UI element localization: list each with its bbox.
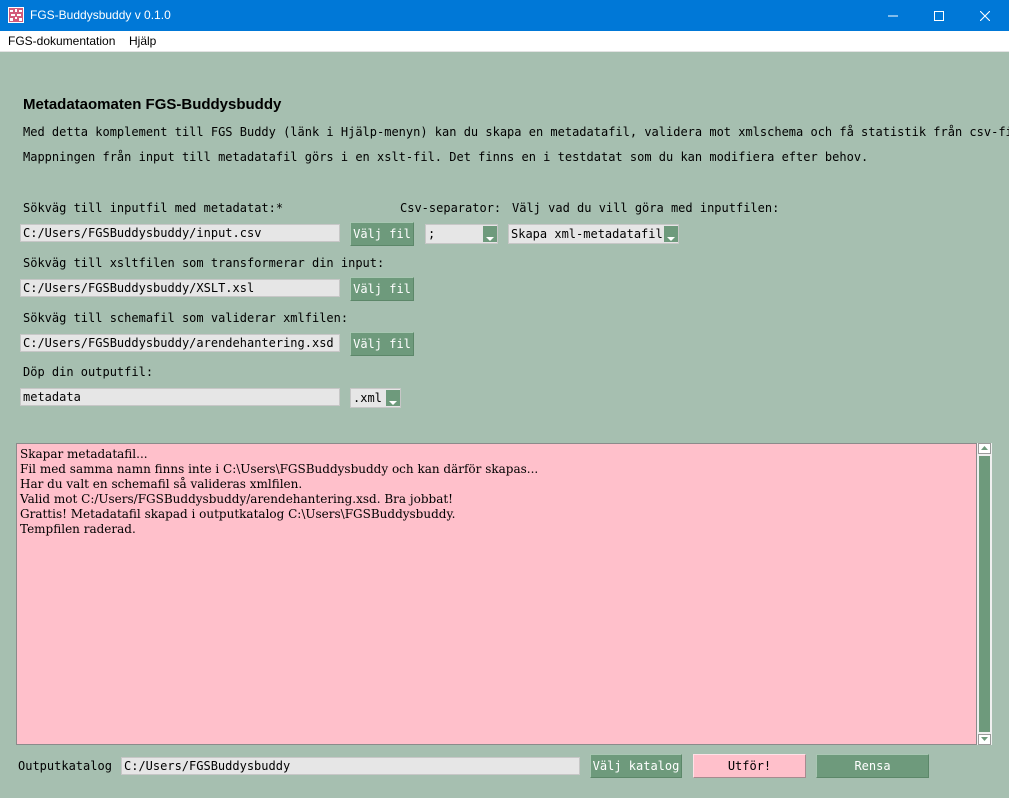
menu-hjalp[interactable]: Hjälp bbox=[129, 34, 156, 48]
action-label: Välj vad du vill göra med inputfilen: bbox=[512, 201, 780, 215]
minimize-button[interactable] bbox=[870, 0, 916, 31]
csv-separator-label: Csv-separator: bbox=[400, 201, 502, 215]
log-line: Tempfilen raderad. bbox=[20, 522, 136, 536]
app-icon bbox=[8, 7, 24, 23]
scroll-up-button[interactable] bbox=[978, 443, 991, 454]
log-line: Har du valt en schemafil så valideras xm… bbox=[20, 477, 303, 491]
title-bar: FGS-Buddysbuddy v 0.1.0 bbox=[0, 0, 1009, 31]
log-output[interactable]: Skapar metadatafil... Fil med samma namn… bbox=[16, 443, 977, 745]
output-file-label: Döp din outputfil: bbox=[23, 365, 154, 379]
scrollbar-thumb[interactable] bbox=[979, 456, 990, 732]
log-line: Fil med samma namn finns inte i C:\Users… bbox=[20, 462, 539, 476]
chevron-down-icon bbox=[483, 226, 497, 242]
log-line: Valid mot C:/Users/FGSBuddysbuddy/arende… bbox=[20, 492, 453, 506]
xslt-file-field[interactable]: C:/Users/FGSBuddysbuddy/XSLT.xsl bbox=[20, 279, 340, 297]
extension-select[interactable]: .xml bbox=[350, 388, 401, 408]
action-value: Skapa xml-metadatafil bbox=[511, 227, 663, 241]
csv-separator-select[interactable]: ; bbox=[425, 224, 498, 244]
log-line: Grattis! Metadatafil skapad i outputkata… bbox=[20, 507, 456, 521]
page-title: Metadataomaten FGS-Buddysbuddy bbox=[23, 96, 282, 113]
maximize-icon bbox=[934, 10, 944, 21]
intro-text-2: Mappningen från input till metadatafil g… bbox=[23, 150, 869, 164]
xslt-file-label: Sökväg till xsltfilen som transformerar … bbox=[23, 256, 385, 270]
run-button[interactable]: Utför! bbox=[693, 754, 806, 778]
intro-text-1: Med detta komplement till FGS Buddy (län… bbox=[23, 125, 1009, 139]
menu-divider bbox=[0, 51, 1009, 52]
output-directory-label: Outputkatalog bbox=[18, 759, 112, 773]
chevron-down-icon bbox=[664, 226, 678, 242]
menu-bar: FGS-dokumentation Hjälp bbox=[0, 31, 1009, 51]
choose-schema-file-button[interactable]: Välj fil bbox=[350, 332, 414, 356]
chevron-down-icon bbox=[981, 737, 988, 741]
window-title: FGS-Buddysbuddy v 0.1.0 bbox=[30, 8, 171, 22]
schema-file-label: Sökväg till schemafil som validerar xmlf… bbox=[23, 311, 349, 325]
menu-fgs-dokumentation[interactable]: FGS-dokumentation bbox=[8, 34, 115, 48]
extension-value: .xml bbox=[353, 391, 382, 405]
input-file-field[interactable]: C:/Users/FGSBuddysbuddy/input.csv bbox=[20, 224, 340, 242]
schema-file-field[interactable]: C:/Users/FGSBuddysbuddy/arendehantering.… bbox=[20, 334, 340, 352]
clear-button[interactable]: Rensa bbox=[816, 754, 929, 778]
choose-directory-button[interactable]: Välj katalog bbox=[590, 754, 682, 778]
scroll-down-button[interactable] bbox=[978, 734, 991, 745]
log-line: Skapar metadatafil... bbox=[20, 447, 148, 461]
choose-xslt-file-button[interactable]: Välj fil bbox=[350, 277, 414, 301]
action-select[interactable]: Skapa xml-metadatafil bbox=[508, 224, 679, 244]
input-file-label: Sökväg till inputfil med metadatat:* bbox=[23, 201, 284, 215]
log-scrollbar[interactable] bbox=[977, 443, 992, 745]
minimize-icon bbox=[888, 15, 898, 16]
output-directory-field[interactable]: C:/Users/FGSBuddysbuddy bbox=[121, 757, 580, 775]
close-icon bbox=[980, 10, 990, 21]
maximize-button[interactable] bbox=[916, 0, 962, 31]
close-button[interactable] bbox=[962, 0, 1008, 31]
output-file-name-field[interactable]: metadata bbox=[20, 388, 340, 406]
csv-separator-value: ; bbox=[428, 227, 436, 241]
choose-input-file-button[interactable]: Välj fil bbox=[350, 222, 414, 246]
chevron-up-icon bbox=[981, 446, 988, 450]
chevron-down-icon bbox=[386, 390, 400, 406]
